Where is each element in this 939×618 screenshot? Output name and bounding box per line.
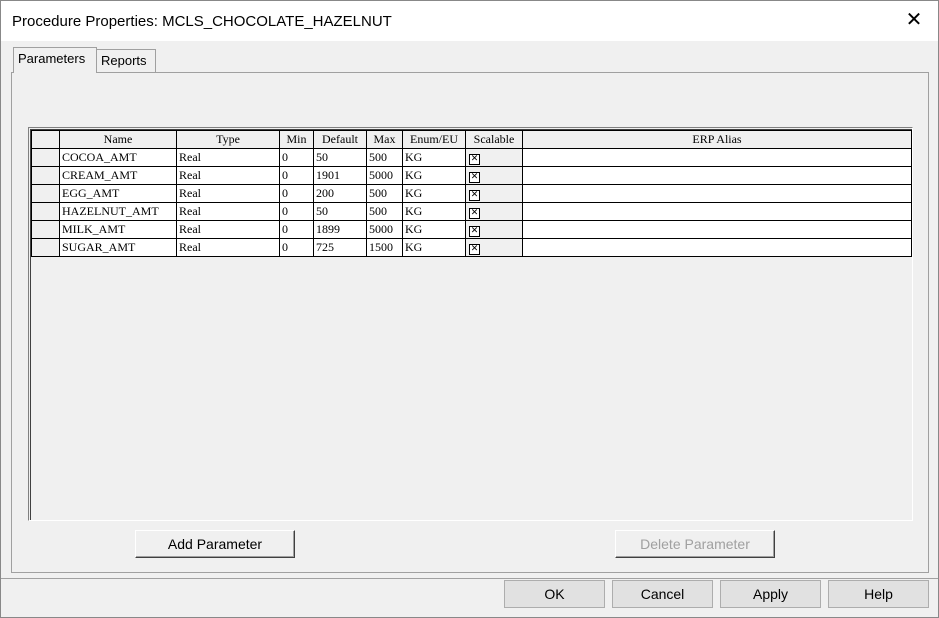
- cell-default[interactable]: 50: [313, 148, 367, 167]
- header-corner: [31, 130, 60, 149]
- cell-max[interactable]: 500: [366, 202, 403, 221]
- row-header[interactable]: [31, 166, 60, 185]
- cell-min[interactable]: 0: [279, 148, 314, 167]
- table-row[interactable]: HAZELNUT_AMT Real 0 50 500 KG ✕: [31, 202, 912, 221]
- procedure-properties-dialog: Procedure Properties: MCLS_CHOCOLATE_HAZ…: [0, 0, 939, 618]
- table-row[interactable]: MILK_AMT Real 0 1899 5000 KG ✕: [31, 220, 912, 239]
- title-bar: Procedure Properties: MCLS_CHOCOLATE_HAZ…: [1, 1, 938, 41]
- parameters-panel: Name Type Min Default Max Enum/EU Scalab…: [11, 72, 929, 573]
- cell-erp-alias[interactable]: [522, 148, 912, 167]
- cell-default[interactable]: 200: [313, 184, 367, 203]
- table-row[interactable]: CREAM_AMT Real 0 1901 5000 KG ✕: [31, 166, 912, 185]
- cell-type[interactable]: Real: [176, 148, 280, 167]
- footer-divider: [1, 578, 938, 579]
- cell-type[interactable]: Real: [176, 220, 280, 239]
- tab-parameters[interactable]: Parameters: [13, 47, 97, 73]
- column-header-enum-eu[interactable]: Enum/EU: [402, 130, 466, 149]
- cell-erp-alias[interactable]: [522, 238, 912, 257]
- scalable-checkbox[interactable]: ✕: [469, 190, 480, 201]
- cell-enum-eu[interactable]: KG: [402, 148, 466, 167]
- row-header[interactable]: [31, 238, 60, 257]
- row-header[interactable]: [31, 202, 60, 221]
- cell-min[interactable]: 0: [279, 220, 314, 239]
- column-header-min[interactable]: Min: [279, 130, 314, 149]
- delete-parameter-button[interactable]: Delete Parameter: [615, 530, 775, 558]
- column-header-type[interactable]: Type: [176, 130, 280, 149]
- cell-scalable: ✕: [465, 148, 523, 167]
- cell-scalable: ✕: [465, 220, 523, 239]
- cell-erp-alias[interactable]: [522, 184, 912, 203]
- cell-max[interactable]: 500: [366, 184, 403, 203]
- cell-name[interactable]: CREAM_AMT: [59, 166, 177, 185]
- table-row[interactable]: COCOA_AMT Real 0 50 500 KG ✕: [31, 148, 912, 167]
- scalable-checkbox[interactable]: ✕: [469, 208, 480, 219]
- cell-scalable: ✕: [465, 238, 523, 257]
- cell-max[interactable]: 500: [366, 148, 403, 167]
- cell-max[interactable]: 5000: [366, 166, 403, 185]
- scalable-checkbox[interactable]: ✕: [469, 226, 480, 237]
- help-button[interactable]: Help: [828, 580, 929, 608]
- cell-name[interactable]: HAZELNUT_AMT: [59, 202, 177, 221]
- cell-enum-eu[interactable]: KG: [402, 220, 466, 239]
- dialog-title: Procedure Properties: MCLS_CHOCOLATE_HAZ…: [12, 13, 392, 30]
- column-header-scalable[interactable]: Scalable: [465, 130, 523, 149]
- cancel-button[interactable]: Cancel: [612, 580, 713, 608]
- cell-default[interactable]: 725: [313, 238, 367, 257]
- cell-max[interactable]: 1500: [366, 238, 403, 257]
- cell-name[interactable]: MILK_AMT: [59, 220, 177, 239]
- cell-enum-eu[interactable]: KG: [402, 202, 466, 221]
- cell-name[interactable]: SUGAR_AMT: [59, 238, 177, 257]
- column-header-name[interactable]: Name: [59, 130, 177, 149]
- cell-erp-alias[interactable]: [522, 220, 912, 239]
- cell-default[interactable]: 50: [313, 202, 367, 221]
- cell-type[interactable]: Real: [176, 184, 280, 203]
- cell-type[interactable]: Real: [176, 166, 280, 185]
- column-header-max[interactable]: Max: [366, 130, 403, 149]
- scalable-checkbox[interactable]: ✕: [469, 154, 480, 165]
- cell-enum-eu[interactable]: KG: [402, 166, 466, 185]
- add-parameter-button[interactable]: Add Parameter: [135, 530, 295, 558]
- cell-max[interactable]: 5000: [366, 220, 403, 239]
- cell-scalable: ✕: [465, 166, 523, 185]
- cell-enum-eu[interactable]: KG: [402, 184, 466, 203]
- scalable-checkbox[interactable]: ✕: [469, 172, 480, 183]
- cell-min[interactable]: 0: [279, 184, 314, 203]
- column-header-erp-alias[interactable]: ERP Alias: [522, 130, 912, 149]
- ok-button[interactable]: OK: [504, 580, 605, 608]
- row-header[interactable]: [31, 220, 60, 239]
- cell-scalable: ✕: [465, 202, 523, 221]
- table-row[interactable]: EGG_AMT Real 0 200 500 KG ✕: [31, 184, 912, 203]
- close-icon[interactable]: ✕: [904, 10, 924, 30]
- cell-erp-alias[interactable]: [522, 202, 912, 221]
- scalable-checkbox[interactable]: ✕: [469, 244, 480, 255]
- cell-name[interactable]: COCOA_AMT: [59, 148, 177, 167]
- parameter-grid: Name Type Min Default Max Enum/EU Scalab…: [28, 127, 913, 521]
- cell-erp-alias[interactable]: [522, 166, 912, 185]
- column-header-default[interactable]: Default: [313, 130, 367, 149]
- cell-name[interactable]: EGG_AMT: [59, 184, 177, 203]
- apply-button[interactable]: Apply: [720, 580, 821, 608]
- grid-header-row: Name Type Min Default Max Enum/EU Scalab…: [31, 130, 912, 149]
- cell-min[interactable]: 0: [279, 238, 314, 257]
- row-header[interactable]: [31, 148, 60, 167]
- cell-min[interactable]: 0: [279, 166, 314, 185]
- cell-enum-eu[interactable]: KG: [402, 238, 466, 257]
- cell-min[interactable]: 0: [279, 202, 314, 221]
- table-row[interactable]: SUGAR_AMT Real 0 725 1500 KG ✕: [31, 238, 912, 257]
- cell-default[interactable]: 1901: [313, 166, 367, 185]
- cell-default[interactable]: 1899: [313, 220, 367, 239]
- cell-scalable: ✕: [465, 184, 523, 203]
- tab-reports[interactable]: Reports: [96, 49, 156, 72]
- cell-type[interactable]: Real: [176, 238, 280, 257]
- cell-type[interactable]: Real: [176, 202, 280, 221]
- parameter-table: Name Type Min Default Max Enum/EU Scalab…: [31, 130, 912, 257]
- row-header[interactable]: [31, 184, 60, 203]
